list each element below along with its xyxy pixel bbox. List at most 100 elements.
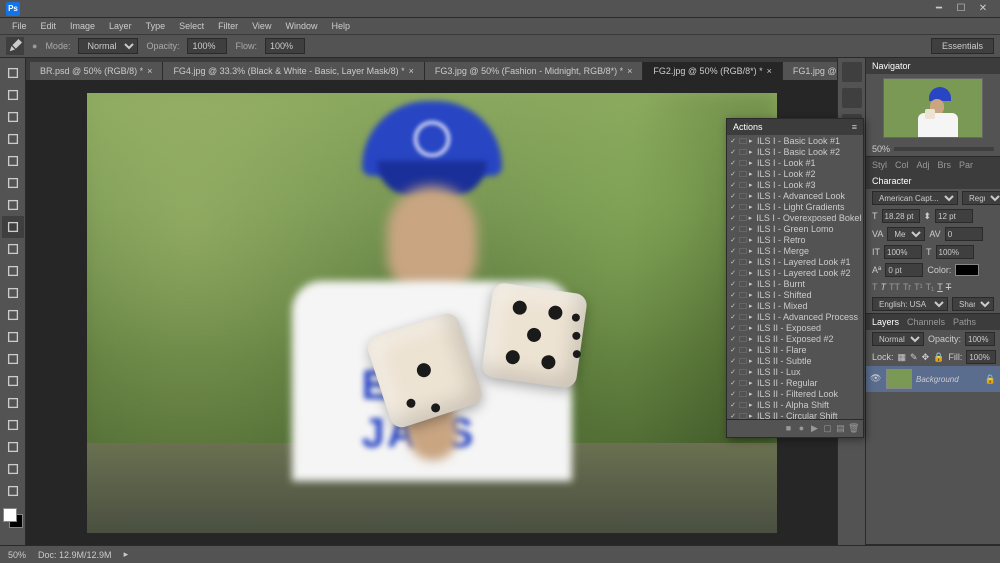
- menu-help[interactable]: Help: [325, 19, 356, 33]
- action-item-25[interactable]: ✓▸ILS II - Circular Shift: [727, 410, 863, 419]
- action-item-4[interactable]: ✓▸ILS I - Look #3: [727, 179, 863, 190]
- layer-opacity-input[interactable]: [965, 332, 995, 346]
- status-zoom[interactable]: 50%: [8, 550, 26, 560]
- eyedropper-tool[interactable]: [2, 172, 24, 194]
- dodge-tool[interactable]: [2, 348, 24, 370]
- zoom-tool[interactable]: [2, 480, 24, 502]
- rectangle-tool[interactable]: [2, 436, 24, 458]
- current-tool-icon[interactable]: [6, 37, 24, 55]
- color-swatches[interactable]: [3, 508, 23, 528]
- action-item-8[interactable]: ✓▸ILS I - Green Lomo: [727, 223, 863, 234]
- document-tab-2[interactable]: FG3.jpg @ 50% (Fashion - Midnight, RGB/8…: [425, 62, 643, 80]
- panel-tab-brs[interactable]: Brs: [938, 160, 952, 170]
- baseline-input[interactable]: [885, 263, 923, 277]
- visibility-icon[interactable]: 👁: [870, 373, 882, 385]
- tracking-input[interactable]: [945, 227, 983, 241]
- action-item-18[interactable]: ✓▸ILS II - Exposed #2: [727, 333, 863, 344]
- action-item-6[interactable]: ✓▸ILS I - Light Gradients: [727, 201, 863, 212]
- font-style-select[interactable]: Regular: [962, 191, 1000, 205]
- menu-image[interactable]: Image: [64, 19, 101, 33]
- action-item-11[interactable]: ✓▸ILS I - Layered Look #1: [727, 256, 863, 267]
- action-item-16[interactable]: ✓▸ILS I - Advanced Process: [727, 311, 863, 322]
- action-item-12[interactable]: ✓▸ILS I - Layered Look #2: [727, 267, 863, 278]
- kerning-select[interactable]: Metrics: [887, 227, 925, 241]
- wand-tool[interactable]: [2, 128, 24, 150]
- menu-edit[interactable]: Edit: [35, 19, 63, 33]
- panel-tab-adj[interactable]: Adj: [917, 160, 930, 170]
- font-family-select[interactable]: American Capt...: [872, 191, 958, 205]
- menu-type[interactable]: Type: [140, 19, 172, 33]
- layers-tab[interactable]: Layers: [872, 317, 899, 327]
- brush-preset-icon[interactable]: ●: [32, 41, 37, 51]
- eraser-tool[interactable]: [2, 282, 24, 304]
- panel-tab-styl[interactable]: Styl: [872, 160, 887, 170]
- close-button[interactable]: ✕: [972, 2, 994, 16]
- history-icon[interactable]: [842, 62, 862, 82]
- panel-tab-par[interactable]: Par: [959, 160, 973, 170]
- action-item-0[interactable]: ✓▸ILS I - Basic Look #1: [727, 135, 863, 146]
- leading-input[interactable]: [935, 209, 973, 223]
- lock-pixels-icon[interactable]: ✎: [910, 352, 918, 363]
- navigator-tab[interactable]: Navigator: [872, 61, 911, 71]
- action-item-9[interactable]: ✓▸ILS I - Retro: [727, 234, 863, 245]
- lock-all-icon[interactable]: 🔒: [933, 352, 944, 363]
- document-tab-1[interactable]: FG4.jpg @ 33.3% (Black & White - Basic, …: [163, 62, 424, 80]
- menu-layer[interactable]: Layer: [103, 19, 138, 33]
- minimize-button[interactable]: ━: [928, 2, 950, 16]
- marquee-tool[interactable]: [2, 84, 24, 106]
- actions-list[interactable]: ✓▸ILS I - Basic Look #1✓▸ILS I - Basic L…: [727, 135, 863, 419]
- actions-tab[interactable]: Actions: [733, 122, 763, 132]
- action-item-10[interactable]: ✓▸ILS I - Merge: [727, 245, 863, 256]
- action-item-1[interactable]: ✓▸ILS I - Basic Look #2: [727, 146, 863, 157]
- tab-close-icon[interactable]: ×: [627, 66, 632, 76]
- nav-zoom-slider[interactable]: [894, 147, 994, 151]
- action-item-2[interactable]: ✓▸ILS I - Look #1: [727, 157, 863, 168]
- new-set-icon[interactable]: ▢: [822, 423, 833, 434]
- maximize-button[interactable]: ☐: [950, 2, 972, 16]
- new-action-icon[interactable]: ▤: [835, 423, 846, 434]
- action-item-15[interactable]: ✓▸ILS I - Mixed: [727, 300, 863, 311]
- document-tab-4[interactable]: FG1.jpg @ 50% (RGB/8*)×: [783, 62, 837, 80]
- paths-tab[interactable]: Paths: [953, 317, 976, 327]
- antialiasing-select[interactable]: Sharp: [952, 297, 994, 311]
- document-tab-0[interactable]: BR.psd @ 50% (RGB/8) *×: [30, 62, 163, 80]
- action-item-5[interactable]: ✓▸ILS I - Advanced Look: [727, 190, 863, 201]
- heal-tool[interactable]: [2, 194, 24, 216]
- mode-select[interactable]: Normal: [78, 38, 138, 54]
- layer-thumbnail[interactable]: [886, 369, 912, 389]
- document-tab-3[interactable]: FG2.jpg @ 50% (RGB/8*) *×: [643, 62, 782, 80]
- record-icon[interactable]: ●: [796, 423, 807, 434]
- menu-view[interactable]: View: [246, 19, 277, 33]
- action-item-3[interactable]: ✓▸ILS I - Look #2: [727, 168, 863, 179]
- menu-window[interactable]: Window: [279, 19, 323, 33]
- channels-tab[interactable]: Channels: [907, 317, 945, 327]
- panel-menu-icon[interactable]: ≡: [852, 122, 857, 132]
- flow-input[interactable]: [265, 38, 305, 54]
- lasso-tool[interactable]: [2, 106, 24, 128]
- hand-tool[interactable]: [2, 458, 24, 480]
- layer-row-background[interactable]: 👁 Background 🔒: [866, 366, 1000, 392]
- action-item-19[interactable]: ✓▸ILS II - Flare: [727, 344, 863, 355]
- fill-input[interactable]: [966, 350, 996, 364]
- tab-close-icon[interactable]: ×: [147, 66, 152, 76]
- move-tool[interactable]: [2, 62, 24, 84]
- menu-select[interactable]: Select: [173, 19, 210, 33]
- font-size-input[interactable]: [882, 209, 920, 223]
- stamp-tool[interactable]: [2, 238, 24, 260]
- language-select[interactable]: English: USA: [872, 297, 948, 311]
- panel-tab-col[interactable]: Col: [895, 160, 909, 170]
- brush-tool[interactable]: [2, 216, 24, 238]
- vscale-input[interactable]: [884, 245, 922, 259]
- tab-close-icon[interactable]: ×: [767, 66, 772, 76]
- hscale-input[interactable]: [936, 245, 974, 259]
- lock-transparency-icon[interactable]: ▦: [898, 352, 907, 363]
- navigator-thumbnail[interactable]: [883, 78, 983, 138]
- menu-filter[interactable]: Filter: [212, 19, 244, 33]
- action-item-13[interactable]: ✓▸ILS I - Burnt: [727, 278, 863, 289]
- document-canvas[interactable]: E JAYS: [87, 93, 777, 533]
- menu-file[interactable]: File: [6, 19, 33, 33]
- opacity-input[interactable]: [187, 38, 227, 54]
- blend-mode-select[interactable]: Normal: [872, 332, 924, 346]
- text-color-swatch[interactable]: [955, 264, 979, 276]
- pen-tool[interactable]: [2, 370, 24, 392]
